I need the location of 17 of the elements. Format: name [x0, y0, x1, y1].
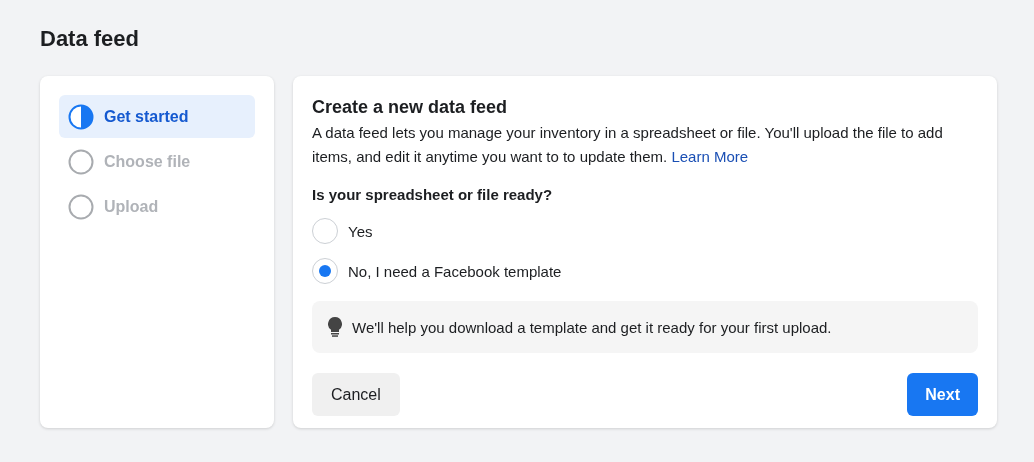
radio-button[interactable] [312, 258, 338, 284]
description-text: A data feed lets you manage your inventory in a spreadsheet or file. You'll upload the file to add items, and edit it anytime you want to to update them. Learn More [312, 123, 944, 167]
step-label: Get started [104, 107, 189, 126]
panel-title: Create a new data feed [312, 96, 509, 118]
radio-button[interactable] [312, 218, 338, 244]
tip-text: We'll help you download a template and get it ready for your first upload. [352, 318, 832, 336]
cancel-button[interactable]: Cancel [312, 373, 400, 416]
question-text: Is your spreadsheet or file ready? [312, 186, 554, 203]
step-label: Upload [104, 197, 159, 216]
page-title: Data feed [40, 26, 141, 52]
next-button[interactable]: Next [907, 373, 978, 416]
learn-more-link[interactable]: Learn More [671, 148, 749, 165]
lightbulb-icon [328, 317, 342, 337]
step-label: Choose file [104, 152, 191, 171]
option-label: No, I need a Facebook template [348, 262, 562, 280]
step-item[interactable]: Get started [59, 95, 255, 138]
option-label: Yes [348, 222, 373, 240]
